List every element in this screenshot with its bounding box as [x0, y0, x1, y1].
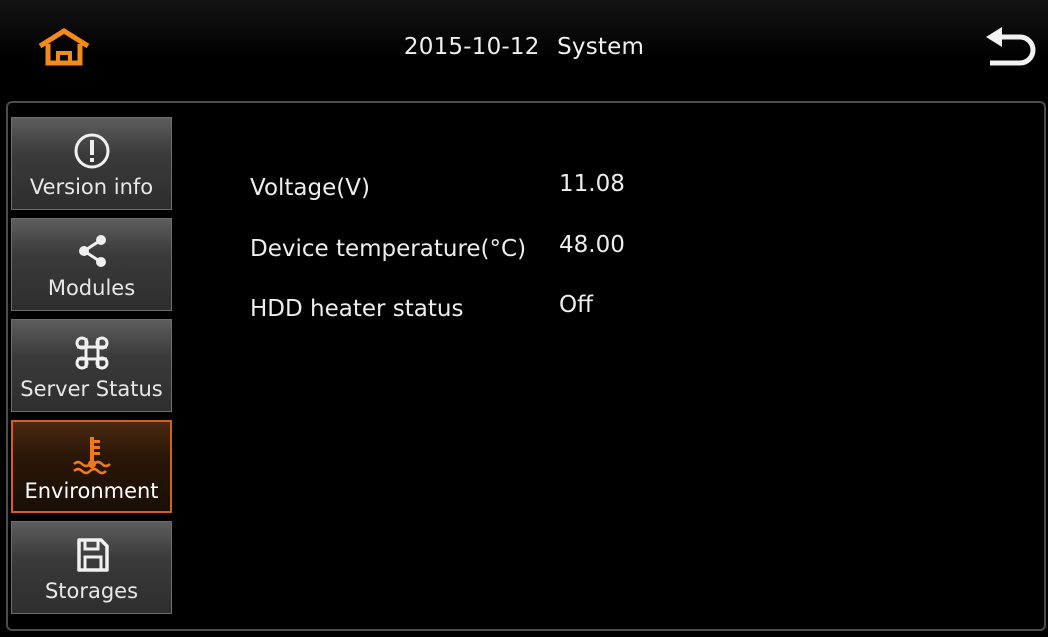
return-arrow-icon [986, 27, 1036, 66]
voltage-value: 11.08 [559, 171, 625, 197]
info-icon [74, 133, 109, 169]
sidebar-item-modules[interactable]: Modules [11, 218, 172, 311]
command-icon [75, 336, 108, 370]
device-temperature-label: Device temperature(°C) [250, 236, 527, 262]
temperature-icon [72, 437, 111, 475]
sidebar-item-label: Version info [29, 175, 154, 199]
device-temperature-row: Device temperature(°C) 48.00 [250, 232, 850, 272]
sidebar-item-environment[interactable]: Environment [11, 420, 172, 513]
sidebar-item-label: Server Status [20, 377, 163, 401]
share-icon [78, 235, 106, 267]
sidebar-item-label: Environment [24, 479, 159, 503]
floppy-disk-icon [76, 538, 109, 572]
top-bar: 2015-10-12 System [0, 0, 1048, 95]
sidebar-item-server-status[interactable]: Server Status [11, 319, 172, 412]
voltage-row: Voltage(V) 11.08 [250, 171, 850, 211]
sidebar-item-label: Modules [47, 276, 136, 300]
page-title: 2015-10-12 System [0, 34, 1048, 60]
hdd-heater-label: HDD heater status [250, 296, 464, 322]
sidebar-item-storages[interactable]: Storages [11, 521, 172, 614]
hdd-heater-value: Off [559, 292, 593, 318]
date-label: 2015-10-12 [403, 34, 540, 60]
sidebar-item-label: Storages [44, 579, 139, 603]
voltage-label: Voltage(V) [250, 175, 370, 201]
back-button[interactable] [982, 25, 1042, 69]
device-temperature-value: 48.00 [559, 232, 625, 258]
sidebar-item-version-info[interactable]: Version info [11, 117, 172, 210]
title-label: System [557, 34, 645, 60]
system-screen: 2015-10-12 System Version info Modules S… [0, 0, 1048, 637]
hdd-heater-row: HDD heater status Off [250, 292, 850, 332]
